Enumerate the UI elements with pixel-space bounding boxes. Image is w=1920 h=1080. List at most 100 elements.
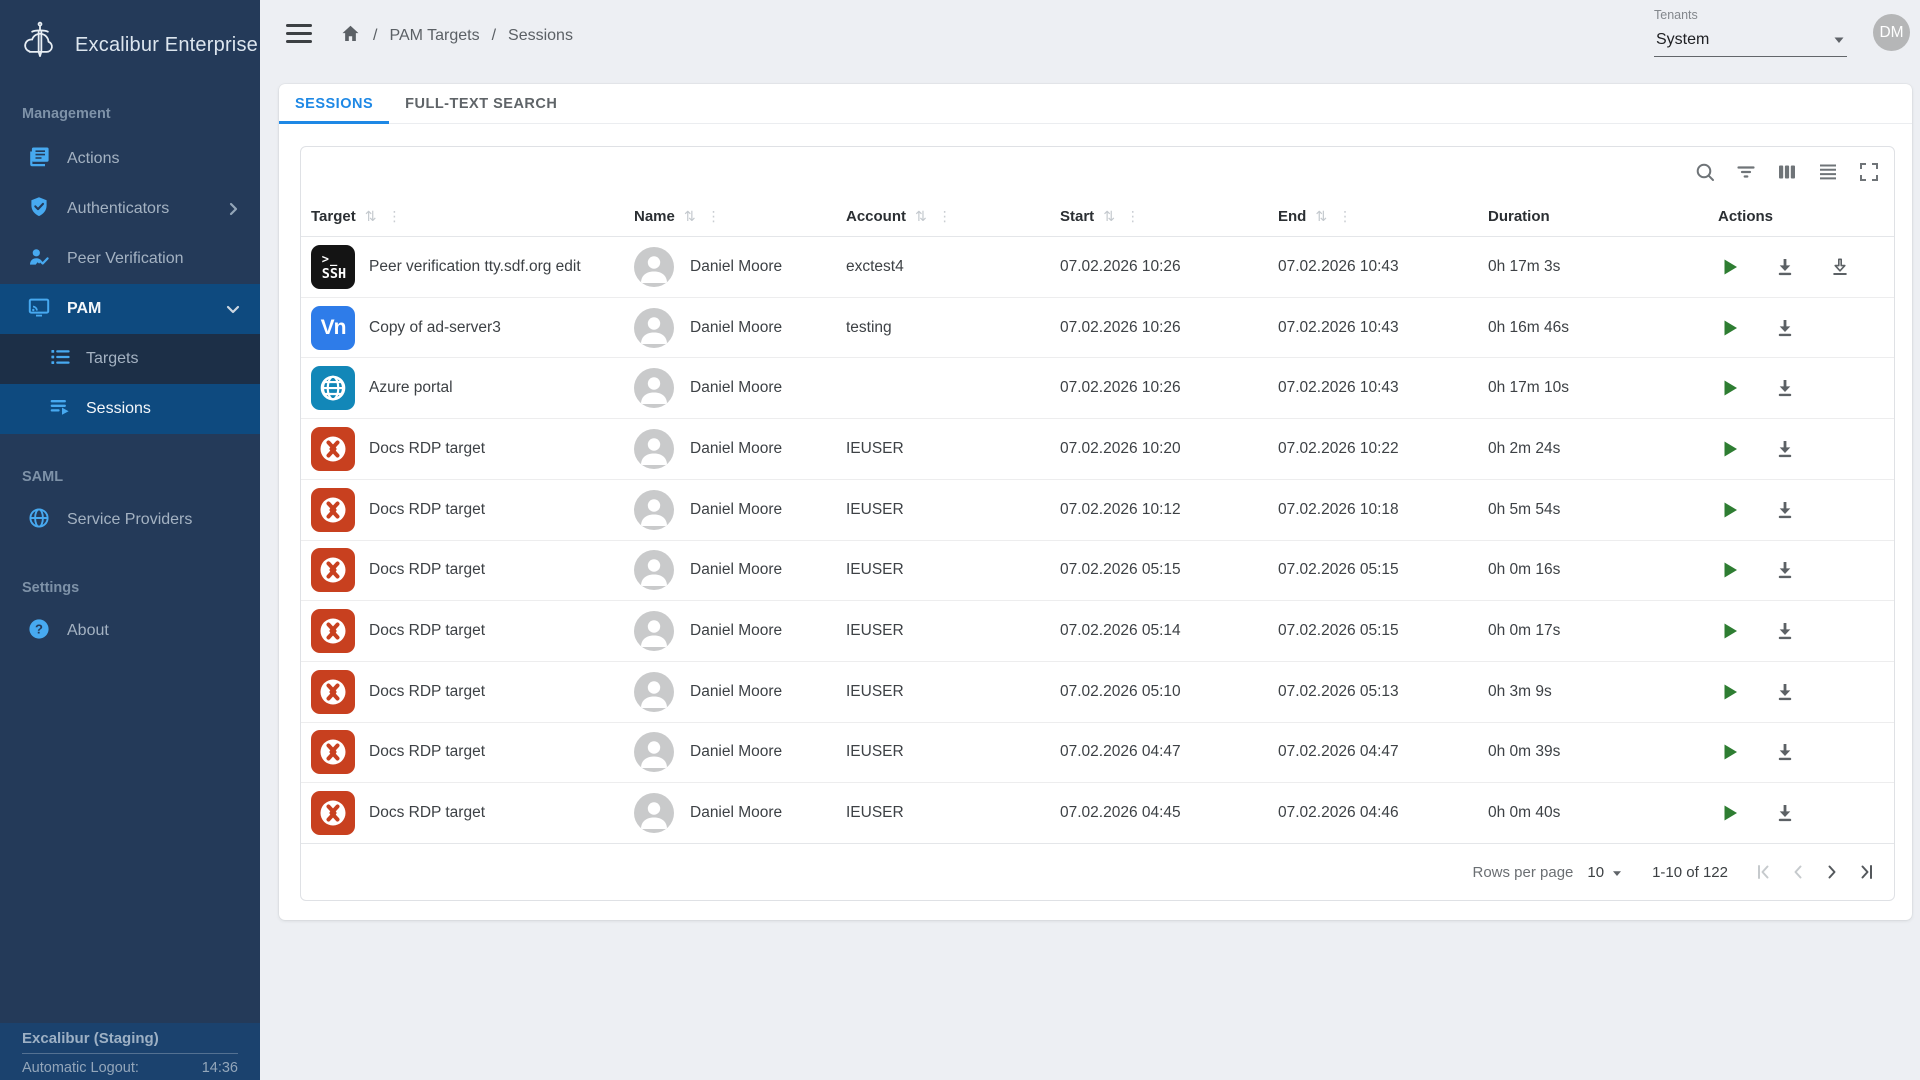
sidebar-item-peer-verification[interactable]: Peer Verification — [0, 234, 260, 284]
play-session-button[interactable] — [1718, 255, 1742, 279]
end-time: 07.02.2026 10:18 — [1278, 501, 1399, 519]
play-session-button[interactable] — [1718, 376, 1742, 400]
sort-icon[interactable]: ⇅ — [684, 208, 696, 225]
download-session-button[interactable] — [1773, 558, 1797, 582]
rdp-icon — [311, 548, 355, 592]
menu-toggle-button[interactable] — [286, 24, 312, 43]
download-session-button[interactable] — [1773, 316, 1797, 340]
rdp-icon — [311, 427, 355, 471]
column-menu-icon[interactable]: ⋮ — [1126, 208, 1140, 225]
rows-per-page-select[interactable]: 10 — [1587, 864, 1622, 881]
column-menu-icon[interactable]: ⋮ — [707, 208, 721, 225]
column-header-target[interactable]: Target⇅⋮ — [301, 208, 634, 225]
search-icon[interactable] — [1693, 160, 1717, 184]
download-session-button[interactable] — [1773, 801, 1797, 825]
sidebar: Excalibur Enterprise Management Actions … — [0, 0, 260, 1080]
play-session-button[interactable] — [1718, 437, 1742, 461]
target-name: Peer verification tty.sdf.org edit — [369, 258, 581, 276]
table-row[interactable]: >_SSH Vn Docs RDP tar — [301, 723, 1894, 784]
sidebar-item-targets[interactable]: Targets — [0, 334, 260, 384]
user-name: Daniel Moore — [690, 501, 782, 519]
column-menu-icon[interactable]: ⋮ — [1338, 208, 1352, 225]
sidebar-item-authenticators[interactable]: Authenticators — [0, 184, 260, 234]
sidebar-item-about[interactable]: ? About — [0, 606, 260, 656]
tab-full-text-search[interactable]: FULL-TEXT SEARCH — [389, 84, 573, 123]
filter-icon[interactable] — [1734, 160, 1758, 184]
table-row[interactable]: >_SSH Vn Docs RDP tar — [301, 662, 1894, 723]
account-value: testing — [846, 319, 892, 337]
sidebar-item-pam[interactable]: PAM — [0, 284, 260, 334]
column-header-name[interactable]: Name⇅⋮ — [634, 208, 846, 225]
end-time: 07.02.2026 10:22 — [1278, 440, 1399, 458]
column-header-actions: Actions — [1718, 208, 1894, 225]
sidebar-item-service-providers[interactable]: Service Providers — [0, 495, 260, 545]
home-icon[interactable] — [340, 23, 361, 49]
column-header-start[interactable]: Start⇅⋮ — [1060, 208, 1278, 225]
play-session-button[interactable] — [1718, 316, 1742, 340]
duration-value: 0h 5m 54s — [1488, 501, 1560, 519]
first-page-button[interactable] — [1752, 860, 1776, 884]
fullscreen-icon[interactable] — [1857, 160, 1881, 184]
user-name: Daniel Moore — [690, 622, 782, 640]
user-avatar[interactable]: DM — [1873, 14, 1910, 51]
sort-icon[interactable]: ⇅ — [1103, 208, 1115, 225]
main-area: / PAM Targets / Sessions Tenants System … — [260, 0, 1920, 1080]
chevron-right-icon — [221, 197, 245, 226]
sort-icon[interactable]: ⇅ — [915, 208, 927, 225]
user-name: Daniel Moore — [690, 804, 782, 822]
download-session-button[interactable] — [1773, 619, 1797, 643]
columns-icon[interactable] — [1775, 160, 1799, 184]
cloud-sword-logo-icon — [18, 21, 62, 70]
breadcrumb: / PAM Targets / Sessions — [340, 23, 573, 49]
density-icon[interactable] — [1816, 160, 1840, 184]
table-row[interactable]: >_SSH Vn Azure portal — [301, 358, 1894, 419]
tab-sessions[interactable]: SESSIONS — [279, 84, 389, 123]
duration-value: 0h 16m 46s — [1488, 319, 1569, 337]
target-name: Docs RDP target — [369, 440, 485, 458]
breadcrumb-item-sessions[interactable]: Sessions — [508, 27, 573, 45]
sort-icon[interactable]: ⇅ — [1315, 208, 1327, 225]
download-session-button[interactable] — [1773, 740, 1797, 764]
previous-page-button[interactable] — [1786, 860, 1810, 884]
column-menu-icon[interactable]: ⋮ — [938, 208, 952, 225]
play-session-button[interactable] — [1718, 680, 1742, 704]
next-page-button[interactable] — [1820, 860, 1844, 884]
play-session-button[interactable] — [1718, 558, 1742, 582]
sort-icon[interactable]: ⇅ — [365, 208, 377, 225]
play-session-button[interactable] — [1718, 740, 1742, 764]
play-session-button[interactable] — [1718, 619, 1742, 643]
tenant-select[interactable]: System — [1654, 22, 1847, 57]
sidebar-item-sessions[interactable]: Sessions — [0, 384, 260, 434]
sidebar-item-actions[interactable]: Actions — [0, 134, 260, 184]
column-menu-icon[interactable]: ⋮ — [387, 208, 401, 225]
table-row[interactable]: >_SSH Vn Docs RDP tar — [301, 601, 1894, 662]
duration-value: 0h 17m 3s — [1488, 258, 1560, 276]
user-name: Daniel Moore — [690, 319, 782, 337]
start-time: 07.02.2026 05:15 — [1060, 561, 1181, 579]
table-row[interactable]: >_SSH Vn Docs RDP tar — [301, 419, 1894, 480]
download-session-button[interactable] — [1773, 255, 1797, 279]
table-row[interactable]: >_SSH Vn Docs RDP tar — [301, 541, 1894, 602]
column-header-account[interactable]: Account⇅⋮ — [846, 208, 1060, 225]
download-session-button[interactable] — [1773, 437, 1797, 461]
download-session-button[interactable] — [1773, 680, 1797, 704]
globe-icon — [27, 506, 51, 535]
start-time: 07.02.2026 10:26 — [1060, 319, 1181, 337]
download-session-button[interactable] — [1773, 498, 1797, 522]
download-state-button[interactable] — [1828, 255, 1852, 279]
download-session-button[interactable] — [1773, 376, 1797, 400]
column-header-end[interactable]: End⇅⋮ — [1278, 208, 1488, 225]
target-type-icon: >_SSH Vn — [311, 427, 355, 471]
table-row[interactable]: >_SSH Vn Docs RDP tar — [301, 783, 1894, 843]
user-name: Daniel Moore — [690, 683, 782, 701]
play-session-button[interactable] — [1718, 498, 1742, 522]
vnc-icon: Vn — [321, 316, 346, 340]
brand-name: Excalibur Enterprise — [75, 34, 258, 57]
play-session-button[interactable] — [1718, 801, 1742, 825]
table-row[interactable]: >_SSH Vn Docs RDP tar — [301, 480, 1894, 541]
duration-value: 0h 17m 10s — [1488, 379, 1569, 397]
table-row[interactable]: >_SSH Vn Copy of ad-s — [301, 298, 1894, 359]
breadcrumb-item-pam-targets[interactable]: PAM Targets — [389, 27, 479, 45]
last-page-button[interactable] — [1854, 860, 1878, 884]
table-row[interactable]: >_SSH Vn Peer verific — [301, 237, 1894, 298]
